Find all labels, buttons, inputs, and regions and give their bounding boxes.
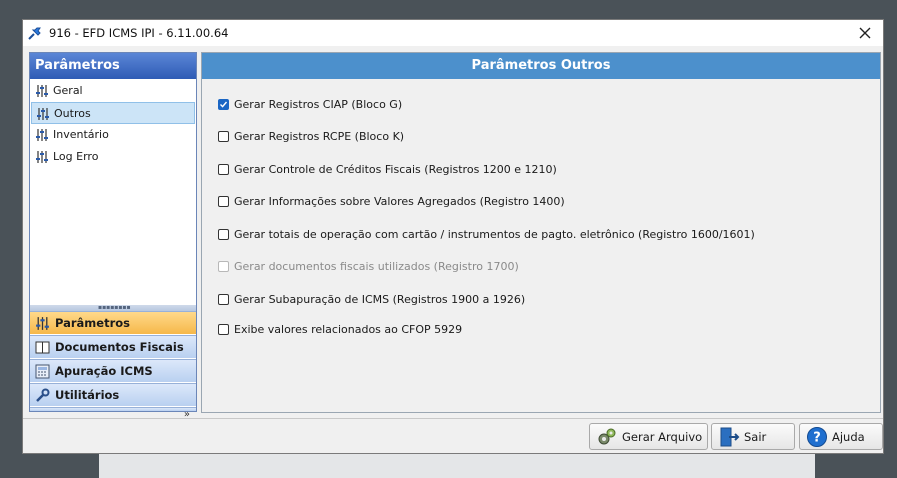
sair-button[interactable]: Sair — [711, 423, 795, 450]
option-label: Gerar documentos fiscais utilizados (Reg… — [234, 259, 519, 273]
window-title: 916 - EFD ICMS IPI - 6.11.00.64 — [49, 26, 229, 40]
help-icon: ? — [807, 426, 827, 447]
wrench-icon — [36, 388, 50, 402]
checkbox[interactable] — [218, 323, 229, 335]
svg-text:?: ? — [813, 430, 821, 445]
sliders-icon — [36, 129, 48, 141]
tree-item-inventario[interactable]: Inventário — [31, 124, 196, 146]
ajuda-button[interactable]: ? Ajuda — [799, 423, 883, 450]
option-cartao[interactable]: Gerar totais de operação com cartão / in… — [218, 226, 755, 242]
close-icon — [859, 27, 871, 39]
left-navigation-panel: Parâmetros Geral Outros Inventário Log E… — [29, 52, 197, 420]
nav-button-label: Parâmetros — [55, 316, 131, 330]
option-label: Gerar Subapuração de ICMS (Registros 190… — [234, 292, 526, 306]
calculator-icon — [35, 364, 50, 379]
sliders-icon — [36, 85, 48, 97]
option-label: Exibe valores relacionados ao CFOP 5929 — [234, 322, 463, 336]
option-documentos-utilizados: Gerar documentos fiscais utilizados (Reg… — [218, 258, 519, 274]
pin-icon — [28, 27, 41, 40]
parameters-tree: Geral Outros Inventário Log Erro — [30, 80, 196, 168]
bottom-separator — [23, 418, 883, 419]
nav-button-label: Documentos Fiscais — [55, 340, 184, 354]
option-label: Gerar Registros RCPE (Bloco K) — [234, 129, 405, 143]
checkbox-checked[interactable] — [218, 98, 229, 110]
splitter-grip: ▪▪▪▪▪▪▪▪ — [98, 304, 131, 311]
option-label: Gerar Informações sobre Valores Agregado… — [234, 194, 565, 208]
nav-button-label: Utilitários — [55, 388, 120, 402]
tree-item-geral[interactable]: Geral — [31, 80, 196, 102]
option-ciap[interactable]: Gerar Registros CIAP (Bloco G) — [218, 96, 402, 112]
option-label: Gerar Controle de Créditos Fiscais (Regi… — [234, 162, 557, 176]
sliders-icon — [37, 108, 49, 120]
gears-icon — [598, 428, 616, 444]
options-panel: Parâmetros Outros Gerar Registros CIAP (… — [201, 52, 881, 413]
nav-button-utilitarios[interactable]: Utilitários — [30, 383, 196, 406]
sliders-icon — [36, 317, 49, 330]
checkbox[interactable] — [218, 163, 229, 175]
option-cfop-5929[interactable]: Exibe valores relacionados ao CFOP 5929 — [218, 321, 462, 337]
tree-item-outros[interactable]: Outros — [31, 102, 195, 124]
option-creditos-fiscais[interactable]: Gerar Controle de Créditos Fiscais (Regi… — [218, 161, 557, 177]
exit-door-icon — [720, 427, 740, 446]
tree-item-label: Inventário — [53, 128, 109, 141]
tree-item-label: Geral — [53, 84, 83, 97]
checkbox[interactable] — [218, 195, 229, 207]
checkbox-disabled — [218, 260, 229, 272]
sair-label: Sair — [744, 429, 767, 444]
option-subapuracao[interactable]: Gerar Subapuração de ICMS (Registros 190… — [218, 291, 525, 307]
option-valores-agregados[interactable]: Gerar Informações sobre Valores Agregado… — [218, 193, 565, 209]
ajuda-label: Ajuda — [832, 429, 865, 444]
tree-item-log-erro[interactable]: Log Erro — [31, 146, 196, 168]
title-bar[interactable]: 916 - EFD ICMS IPI - 6.11.00.64 — [23, 20, 883, 46]
option-rcpe[interactable]: Gerar Registros RCPE (Bloco K) — [218, 128, 404, 144]
background-window-edge — [99, 454, 815, 478]
nav-button-apuracao-icms[interactable]: Apuração ICMS — [30, 359, 196, 382]
nav-footer — [30, 407, 196, 411]
checkbox[interactable] — [218, 130, 229, 142]
book-icon — [35, 341, 50, 354]
options-panel-header: Parâmetros Outros — [202, 53, 880, 79]
efd-window: 916 - EFD ICMS IPI - 6.11.00.64 Parâmetr… — [22, 19, 884, 454]
checkbox[interactable] — [218, 293, 229, 305]
tree-item-label: Log Erro — [53, 150, 99, 163]
nav-button-parametros[interactable]: Parâmetros — [30, 311, 196, 334]
gerar-arquivo-label: Gerar Arquivo — [622, 429, 703, 444]
nav-button-documentos-fiscais[interactable]: Documentos Fiscais — [30, 335, 196, 358]
sliders-icon — [36, 151, 48, 163]
checkbox[interactable] — [218, 228, 229, 240]
nav-button-label: Apuração ICMS — [55, 364, 153, 378]
gerar-arquivo-button[interactable]: Gerar Arquivo — [589, 423, 708, 450]
tree-item-label: Outros — [54, 107, 91, 120]
option-label: Gerar totais de operação com cartão / in… — [234, 227, 755, 241]
left-panel-header: Parâmetros — [30, 53, 196, 79]
close-button[interactable] — [847, 20, 883, 46]
option-label: Gerar Registros CIAP (Bloco G) — [234, 97, 403, 111]
